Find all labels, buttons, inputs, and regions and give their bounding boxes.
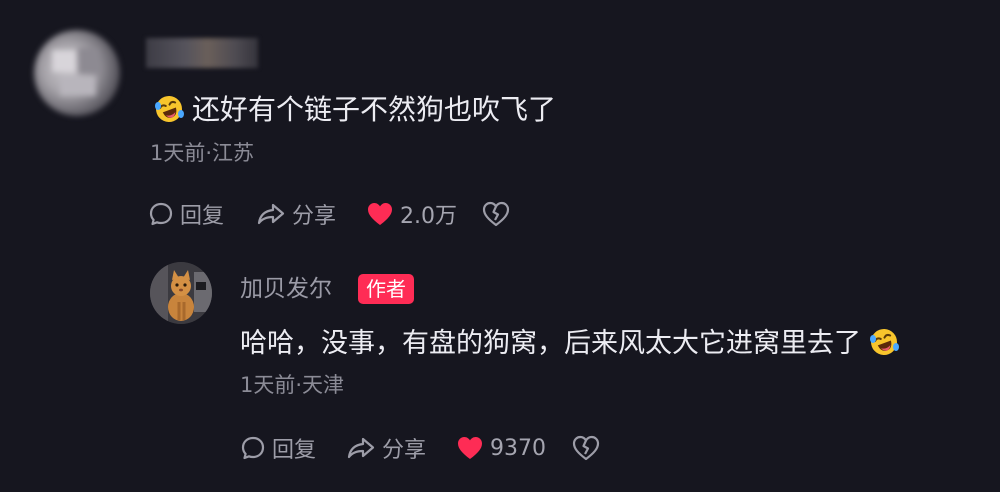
author-badge: 作者 bbox=[358, 274, 414, 304]
comment-text: 还好有个链子不然狗也吹飞了 bbox=[192, 93, 557, 126]
avatar[interactable] bbox=[150, 262, 212, 324]
dislike-button[interactable] bbox=[572, 435, 600, 461]
comment-item: 还好有个链子不然狗也吹飞了 1天前·江苏 回复 分享 2.0万 bbox=[0, 0, 1000, 250]
laughing-tears-emoji-icon bbox=[155, 96, 184, 122]
reply-item: 加贝发尔 作者 哈哈，没事，有盘的狗窝，后来风太大它进窝里去了 1天前·天津 回… bbox=[0, 250, 1000, 492]
reply-button[interactable]: 回复 bbox=[240, 432, 346, 464]
comment-text-row: 哈哈，没事，有盘的狗窝，后来风太大它进窝里去了 bbox=[240, 324, 899, 364]
user-name[interactable]: 加贝发尔 bbox=[240, 272, 332, 306]
laughing-tears-emoji-icon bbox=[870, 329, 899, 355]
speech-bubble-icon bbox=[241, 436, 265, 460]
like-button[interactable]: 9370 bbox=[456, 435, 572, 461]
broken-heart-icon bbox=[482, 201, 510, 227]
like-count: 9370 bbox=[490, 435, 546, 461]
cat-avatar-image bbox=[150, 262, 212, 324]
share-arrow-icon bbox=[257, 203, 285, 225]
comment-meta: 1天前·天津 bbox=[240, 373, 345, 397]
heart-icon bbox=[458, 437, 482, 459]
comment-meta: 1天前·江苏 bbox=[150, 141, 255, 165]
comment-text-row: 还好有个链子不然狗也吹飞了 bbox=[154, 90, 556, 130]
comment-actions: 回复 分享 2.0万 bbox=[148, 196, 510, 232]
share-label: 分享 bbox=[382, 438, 427, 463]
share-arrow-icon bbox=[347, 437, 375, 459]
share-label: 分享 bbox=[292, 204, 337, 229]
share-button[interactable]: 分享 bbox=[256, 198, 366, 230]
reply-label: 回复 bbox=[272, 438, 317, 463]
avatar[interactable] bbox=[34, 30, 120, 116]
heart-icon bbox=[368, 203, 392, 225]
like-button[interactable]: 2.0万 bbox=[366, 198, 482, 230]
like-count: 2.0万 bbox=[400, 204, 457, 229]
reply-label: 回复 bbox=[180, 204, 225, 229]
comment-text: 哈哈，没事，有盘的狗窝，后来风太大它进窝里去了 bbox=[240, 328, 861, 359]
reply-button[interactable]: 回复 bbox=[148, 198, 256, 230]
share-button[interactable]: 分享 bbox=[346, 432, 456, 464]
broken-heart-icon bbox=[572, 435, 600, 461]
user-name-blurred[interactable] bbox=[146, 38, 258, 68]
dislike-button[interactable] bbox=[482, 201, 510, 227]
comment-actions: 回复 分享 9370 bbox=[240, 430, 600, 466]
speech-bubble-icon bbox=[149, 202, 173, 226]
